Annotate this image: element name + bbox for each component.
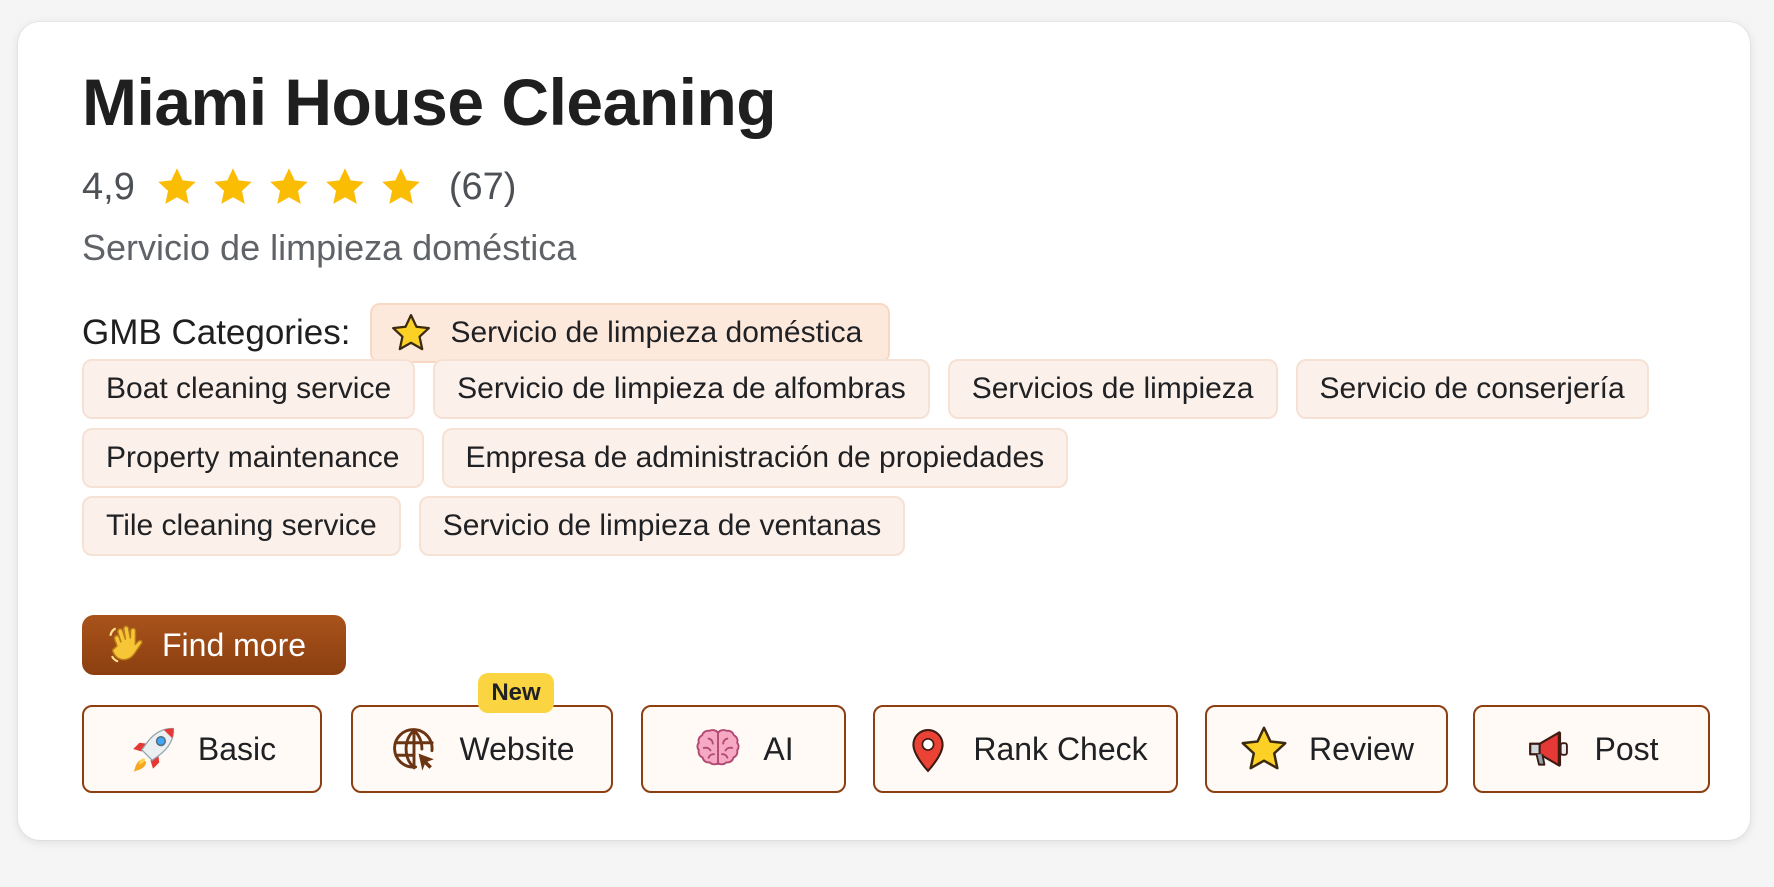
category-chip: Servicio de limpieza de alfombras: [433, 359, 930, 419]
review-button[interactable]: Review: [1205, 705, 1448, 793]
category-chip: Servicio de limpieza de ventanas: [418, 496, 906, 556]
star-rating: [155, 165, 423, 209]
basic-button[interactable]: Basic: [82, 705, 322, 793]
map-pin-icon: [912, 729, 944, 773]
find-more-label: Find more: [162, 626, 307, 663]
review-count[interactable]: (67): [449, 166, 517, 209]
waving-hand-icon: [109, 625, 143, 663]
primary-category-label: Servicio de limpieza doméstica: [450, 316, 863, 349]
business-name: Miami House Cleaning: [82, 65, 777, 139]
rating-row: 4,9 (67): [82, 162, 516, 212]
star-icon: [392, 314, 431, 351]
brain-icon: [696, 729, 740, 766]
ai-label: AI: [763, 730, 794, 767]
star-icon: [382, 168, 420, 204]
post-label: Post: [1594, 730, 1659, 767]
website-button[interactable]: Website: [351, 705, 613, 793]
star-icon: [1241, 726, 1287, 770]
business-category: Servicio de limpieza doméstica: [82, 227, 577, 268]
basic-label: Basic: [197, 730, 277, 767]
review-label: Review: [1309, 730, 1414, 767]
category-chip: Empresa de administración de propiedades: [441, 428, 1069, 488]
rank-check-label: Rank Check: [973, 730, 1148, 767]
globe-cursor-icon: [393, 728, 435, 771]
category-chip-row: Tile cleaning service Servicio de limpie…: [82, 496, 906, 556]
post-button[interactable]: Post: [1473, 705, 1710, 793]
category-chip: Servicios de limpieza: [947, 359, 1278, 419]
category-chip-row: Boat cleaning service Servicio de limpie…: [82, 359, 1649, 419]
star-icon: [214, 168, 252, 204]
megaphone-icon: [1529, 731, 1569, 767]
new-badge: New: [478, 673, 554, 713]
star-icon: [158, 168, 196, 204]
primary-category-chip: Servicio de limpieza doméstica: [370, 303, 891, 363]
ai-button[interactable]: AI: [641, 705, 846, 793]
gmb-categories-header: GMB Categories: Servicio de limpieza dom…: [82, 302, 891, 364]
category-chip-row: Property maintenance Empresa de administ…: [82, 428, 1069, 488]
rating-value: 4,9: [82, 165, 135, 208]
category-chip: Servicio de conserjería: [1295, 359, 1649, 419]
business-card: Miami House Cleaning 4,9 (67) Servicio d…: [18, 22, 1750, 840]
star-icon: [270, 168, 308, 204]
rocket-icon: [133, 727, 174, 772]
category-chip: Boat cleaning service: [82, 359, 416, 419]
star-icon: [326, 168, 364, 204]
rank-check-button[interactable]: Rank Check: [873, 705, 1178, 793]
category-chip: Tile cleaning service: [82, 496, 401, 556]
find-more-button[interactable]: Find more: [82, 615, 346, 675]
gmb-categories-label: GMB Categories:: [82, 313, 351, 352]
website-label: Website: [459, 730, 575, 767]
category-chip: Property maintenance: [82, 428, 424, 488]
